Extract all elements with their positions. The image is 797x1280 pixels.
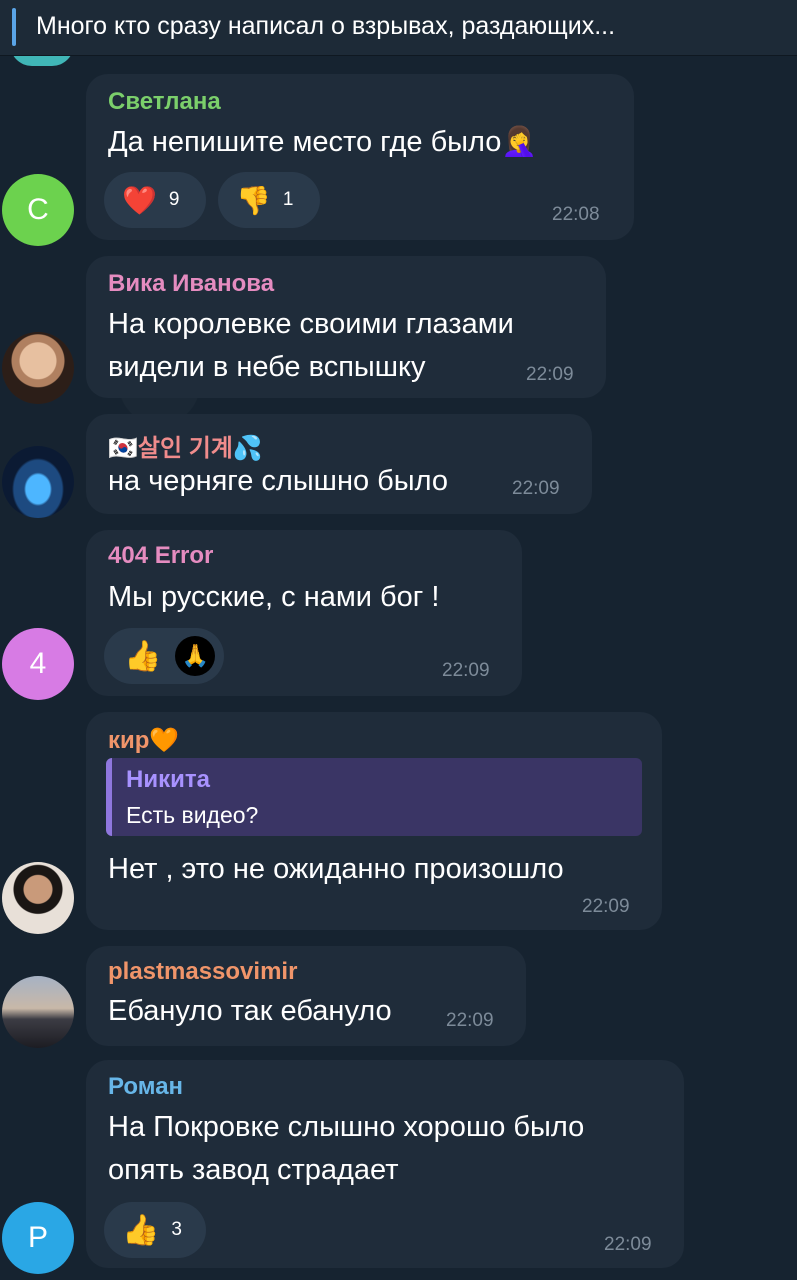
reaction-thumbs-up[interactable]: 👍 3: [104, 1202, 206, 1258]
avatar[interactable]: С: [2, 174, 74, 246]
thumbs-up-icon: 👍: [122, 1213, 160, 1247]
reply-author: Никита: [126, 766, 210, 793]
message-text: на черняге слышно было: [108, 465, 448, 497]
avatar[interactable]: [2, 332, 74, 404]
reaction-heart[interactable]: ❤️ 9: [104, 172, 206, 228]
message-text: Мы русские, с нами бог !: [108, 581, 440, 613]
reply-preview[interactable]: Никита Есть видео?: [106, 758, 642, 836]
message-time: 22:09: [446, 1010, 494, 1031]
message-text: опять завод страдает: [108, 1154, 399, 1186]
reaction-count: 1: [282, 189, 294, 210]
custom-emoji-icon: 🙏: [175, 636, 216, 676]
thumbs-down-icon: 👎: [236, 184, 271, 216]
message-author[interactable]: Светлана: [108, 88, 221, 116]
avatar[interactable]: [2, 862, 74, 934]
message-text: Да непишите место где было🤦‍♀️: [108, 126, 538, 158]
pinned-indicator: [12, 8, 16, 46]
message-time: 22:09: [442, 660, 490, 681]
message-time: 22:08: [552, 204, 600, 225]
avatar[interactable]: 4: [2, 628, 74, 700]
heart-icon: ❤️: [122, 184, 157, 216]
reaction-thumbs-up[interactable]: 👍 🙏: [104, 628, 224, 684]
message-author[interactable]: 404 Error: [108, 542, 213, 570]
avatar[interactable]: Р: [2, 1202, 74, 1274]
message-time: 22:09: [604, 1234, 652, 1255]
avatar-letter: С: [27, 193, 49, 226]
message-author[interactable]: 🇰🇷살인 기계💦: [108, 428, 263, 463]
message-text: На королевке своими глазами: [108, 308, 514, 340]
message-author[interactable]: Роман: [108, 1073, 183, 1101]
reply-text: Есть видео?: [126, 802, 259, 828]
message-time: 22:09: [512, 478, 560, 499]
avatar[interactable]: [2, 446, 74, 518]
message-author[interactable]: Вика Иванова: [108, 270, 274, 298]
thumbs-up-icon: 👍: [124, 639, 162, 673]
avatar[interactable]: [2, 976, 74, 1048]
message-author[interactable]: кир🧡: [108, 726, 179, 755]
reaction-count: 3: [171, 1219, 182, 1240]
pinned-message-text: Много кто сразу написал о взрывах, разда…: [36, 12, 616, 40]
message-author[interactable]: plastmassovimir: [108, 958, 297, 986]
message-text: Ебануло так ебануло: [108, 995, 392, 1027]
pinned-message-bar[interactable]: Много кто сразу написал о взрывах, разда…: [0, 0, 797, 56]
message-text: На Покровке слышно хорошо было: [108, 1111, 585, 1143]
reaction-thumbs-down[interactable]: 👎 1: [218, 172, 320, 228]
message-text: видели в небе вспышку: [108, 351, 426, 383]
message-time: 22:09: [582, 896, 630, 917]
avatar-letter: 4: [29, 647, 47, 680]
message-text: Нет , это не ожиданно произошло: [108, 853, 564, 885]
avatar-letter: Р: [27, 1221, 48, 1254]
message-time: 22:09: [526, 364, 574, 385]
reaction-count: 9: [168, 189, 180, 210]
